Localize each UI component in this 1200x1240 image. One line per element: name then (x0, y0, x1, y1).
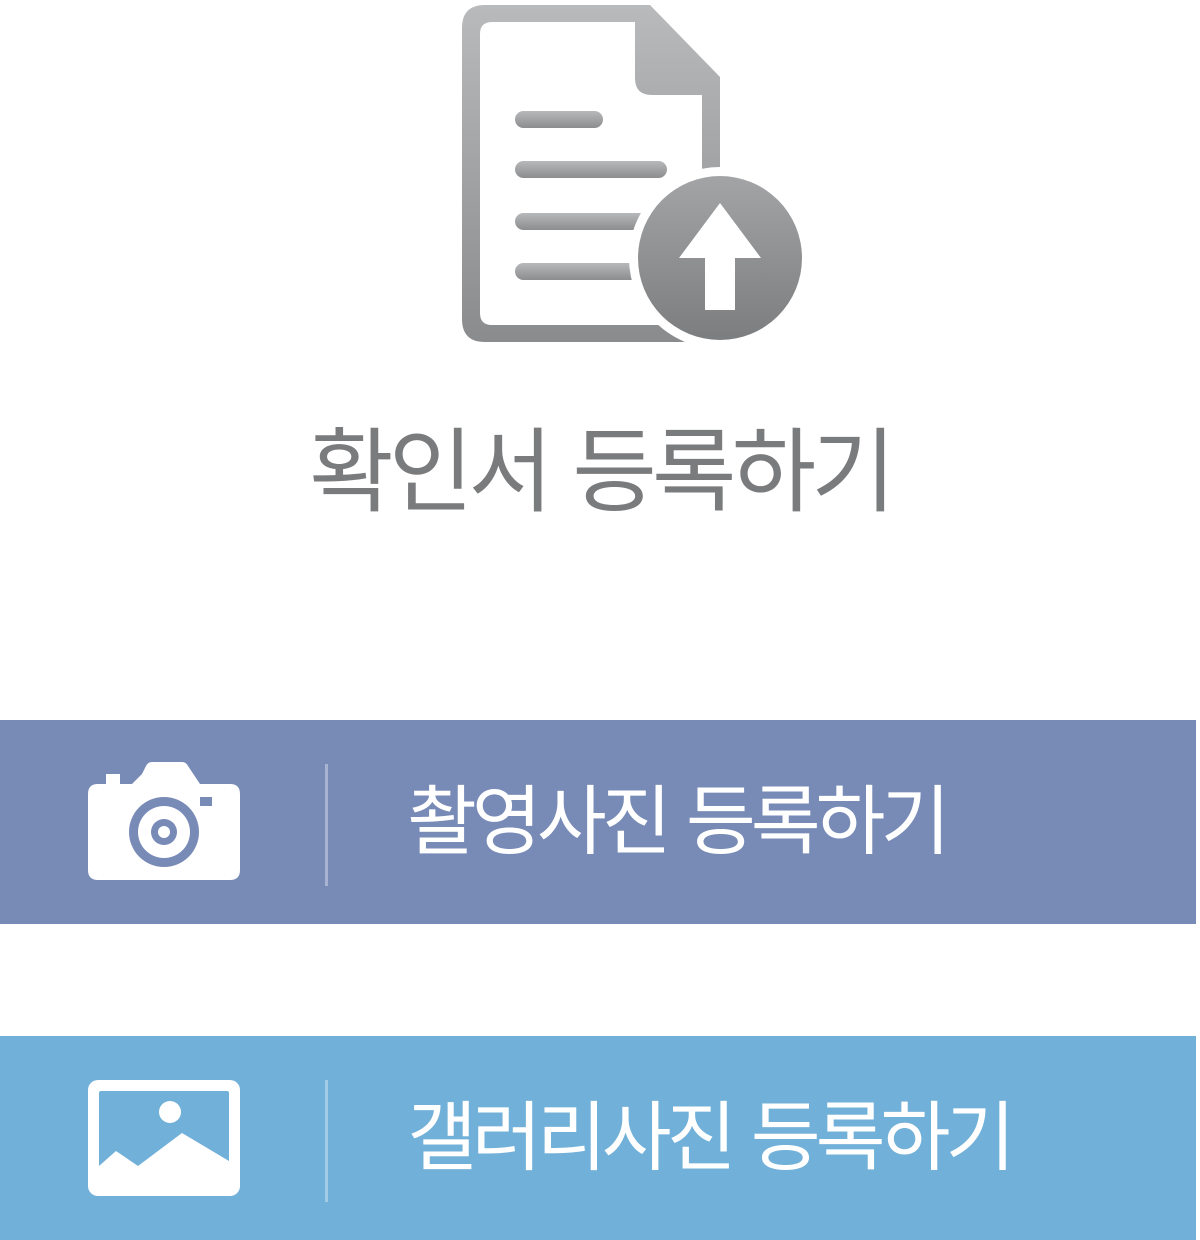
gallery-photo-button[interactable]: 갤러리사진 등록하기 (0, 1036, 1196, 1240)
image-icon (86, 1078, 242, 1198)
take-photo-label: 촬영사진 등록하기 (407, 777, 951, 866)
camera-icon (86, 762, 242, 882)
page-title: 확인서 등록하기 (309, 419, 896, 526)
upload-confirmation-page: 확인서 등록하기 촬영사진 등록하기 갤러리사진 등록하기 (0, 0, 1200, 1240)
button-divider (325, 1080, 328, 1202)
button-divider (325, 764, 328, 886)
gallery-photo-label: 갤러리사진 등록하기 (407, 1093, 1015, 1182)
take-photo-button[interactable]: 촬영사진 등록하기 (0, 720, 1196, 924)
document-upload-icon (455, 0, 811, 349)
